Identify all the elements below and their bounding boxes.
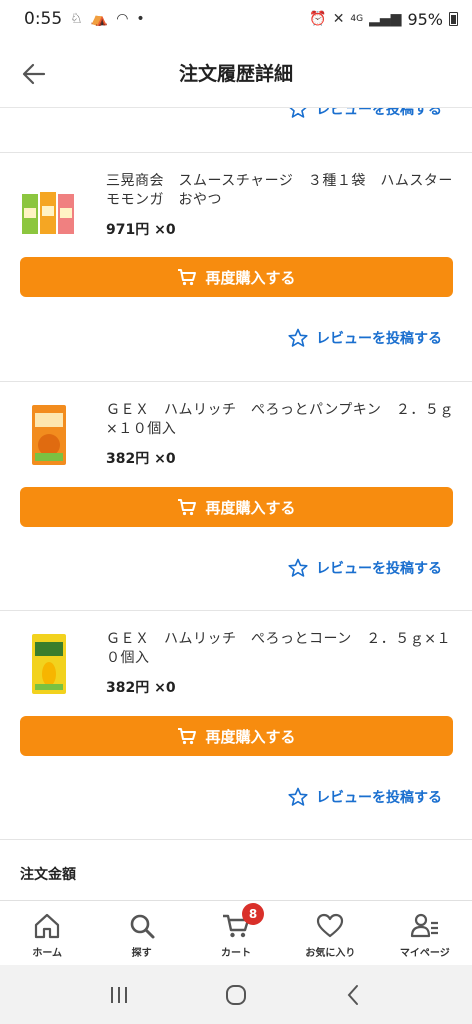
page-title: 注文履歴詳細 [178,63,293,85]
cart-icon [178,269,197,286]
home-icon [35,913,60,939]
rebuy-button[interactable]: 再度購入する [20,257,453,297]
divider [0,381,472,382]
cart-icon [178,728,197,745]
heart-icon [317,913,344,938]
product-image[interactable] [20,403,76,467]
nav-home-label: ホーム [32,948,63,959]
item-title[interactable]: ＧＥＸ ハムリッチ ぺろっとパンプキン ２．５ｇ×１０個入 [106,401,454,439]
item-price: 971円 ×0 [106,222,176,238]
product-image[interactable] [20,632,76,696]
status-bar: 0:55 ♘ ⛺ ◠ • ⏰ ✕ 4G ▂▄▆ 95% [0,0,472,38]
rebuy-label: 再度購入する [205,498,296,517]
cart-badge: 8 [242,903,265,925]
review-link[interactable]: レビューを投稿する [288,787,442,807]
divider [0,839,472,840]
star-icon [288,558,308,577]
signal-icon: ▂▄▆ [369,11,402,27]
nav-mypage-label: マイページ [399,948,450,959]
mute-icon: ✕ [332,11,345,27]
nav-cart-label: カート [221,948,252,959]
status-time: 0:55 [24,9,63,29]
order-amount-heading: 注文金額 [20,867,76,883]
search-icon [130,914,155,939]
review-link[interactable]: レビューを投稿する [288,558,442,578]
bottom-nav: ホーム 探す 8 カート お気に入り マイページ [0,900,472,965]
nav-mypage[interactable]: マイページ [378,901,472,965]
rebuy-button[interactable]: 再度購入する [20,487,453,527]
review-label: レビューを投稿する [316,561,442,577]
product-image[interactable] [20,182,76,246]
review-label: レビューを投稿する [316,108,442,118]
review-label: レビューを投稿する [316,790,442,806]
review-link[interactable]: レビューを投稿する [288,108,442,119]
rebuy-button[interactable]: 再度購入する [20,716,453,756]
star-icon [289,108,307,118]
item-title[interactable]: ＧＥＸ ハムリッチ ぺろっとコーン ２．５ｇ×１０個入 [106,630,454,668]
dot-icon: • [136,11,145,27]
review-label: レビューを投稿する [316,331,442,347]
network-label: 4G [350,14,364,24]
home-circle-icon [225,984,246,1005]
battery-level: 95% [407,9,443,29]
system-nav [0,965,472,1024]
rebuy-label: 再度購入する [205,268,296,287]
star-icon [288,787,308,806]
divider [0,152,472,153]
star-icon [288,328,308,347]
battery-icon [449,12,458,26]
nav-favorites[interactable]: お気に入り [283,901,377,965]
review-link[interactable]: レビューを投稿する [288,328,442,348]
notification-icon: ♘ [70,11,83,27]
back-system-button[interactable] [338,980,368,1010]
nav-search[interactable]: 探す [94,901,188,965]
item-title[interactable]: 三晃商会 スムースチャージ ３種１袋 ハムスター モモンガ おやつ [106,172,467,210]
notification-icon: ⛺ [90,11,109,27]
nav-search-label: 探す [131,948,152,959]
back-chevron-icon [347,984,359,1005]
cart-icon [178,499,197,516]
user-icon [410,913,438,938]
wifi-icon: ◠ [116,11,129,27]
nav-cart[interactable]: 8 カート [189,901,283,965]
nav-favorites-label: お気に入り [305,948,356,959]
divider [0,610,472,611]
item-price: 382円 ×0 [106,451,176,467]
recent-apps-icon [110,986,127,1003]
order-detail-content[interactable]: レビューを投稿する 三晃商会 スムースチャージ ３種１袋 ハムスター モモンガ … [0,108,472,908]
rebuy-label: 再度購入する [205,727,296,746]
home-system-button[interactable] [221,980,251,1010]
app-header: 注文履歴詳細 [0,38,472,108]
recent-apps-button[interactable] [104,980,134,1010]
item-price: 382円 ×0 [106,680,176,696]
alarm-icon: ⏰ [309,11,327,27]
back-arrow-icon[interactable] [20,60,48,88]
nav-home[interactable]: ホーム [0,901,94,965]
